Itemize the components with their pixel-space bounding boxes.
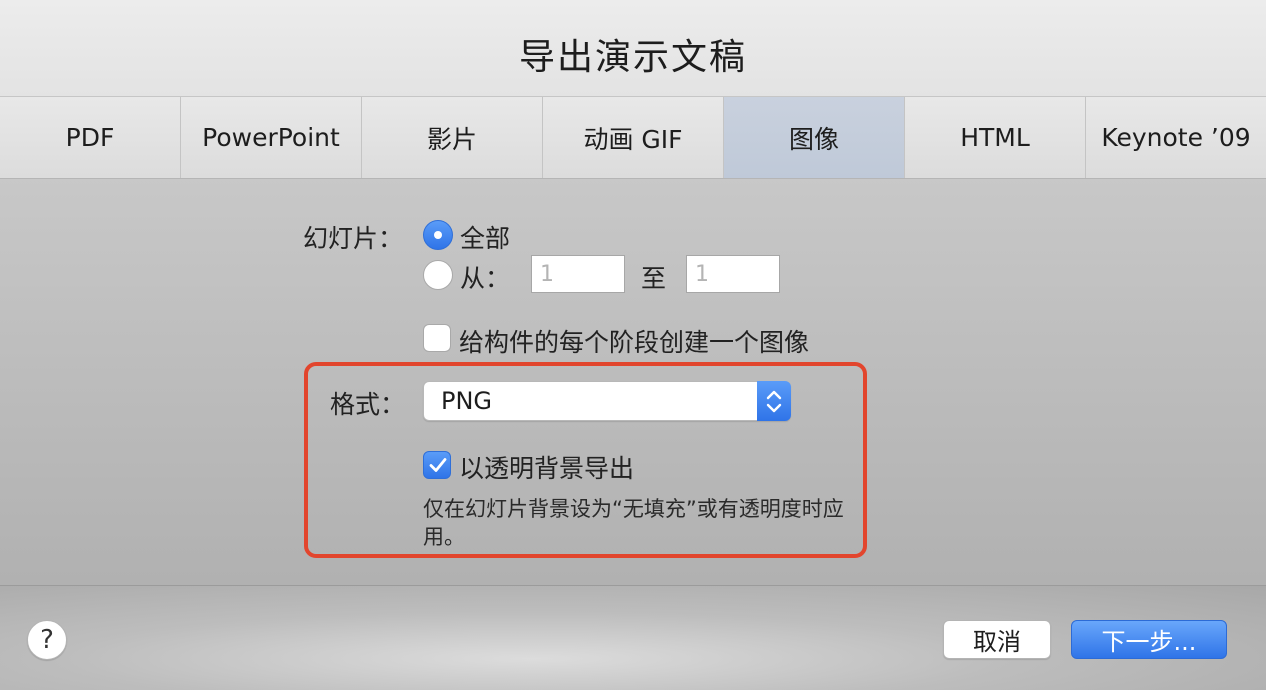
tab-images[interactable]: 图像: [724, 97, 905, 178]
next-button[interactable]: 下一步...: [1071, 620, 1227, 659]
from-label[interactable]: 从：: [460, 259, 510, 295]
slides-label: 幻灯片：: [303, 224, 404, 253]
radio-slide-range[interactable]: [423, 260, 453, 290]
tab-html[interactable]: HTML: [905, 97, 1086, 178]
export-format-tabs: PDF PowerPoint 影片 动画 GIF 图像 HTML Keynote…: [0, 97, 1266, 179]
tab-keynote-09[interactable]: Keynote ’09: [1086, 97, 1266, 178]
highlight-annotation: [304, 362, 867, 558]
dialog-title-bar: 导出演示文稿: [0, 0, 1266, 97]
dialog-footer: ? 取消 下一步...: [0, 586, 1266, 690]
build-stages-checkbox[interactable]: [423, 324, 451, 352]
export-dialog: 导出演示文稿 PDF PowerPoint 影片 动画 GIF 图像 HTML …: [0, 0, 1266, 690]
to-slide-field[interactable]: [686, 255, 780, 293]
to-label: 至: [641, 264, 667, 293]
all-slides-label[interactable]: 全部: [460, 219, 510, 255]
build-stages-label[interactable]: 给构件的每个阶段创建一个图像: [459, 323, 809, 359]
from-slide-field[interactable]: [531, 255, 625, 293]
radio-all-slides[interactable]: [423, 220, 453, 250]
dialog-title: 导出演示文稿: [518, 37, 747, 78]
cancel-button[interactable]: 取消: [943, 620, 1051, 659]
tab-movie[interactable]: 影片: [362, 97, 543, 178]
tab-pdf[interactable]: PDF: [0, 97, 181, 178]
export-options: 幻灯片： 全部 从： 至 给构件的每个阶段创建一个图像 格式： PNG: [0, 180, 1266, 585]
tab-animated-gif[interactable]: 动画 GIF: [543, 97, 724, 178]
tab-powerpoint[interactable]: PowerPoint: [181, 97, 362, 178]
help-button[interactable]: ?: [27, 620, 67, 660]
